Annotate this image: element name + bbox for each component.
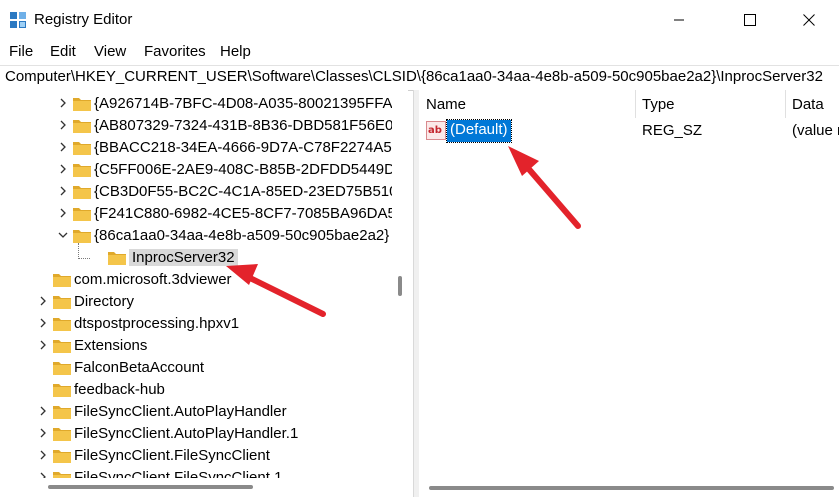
tree-item[interactable]: feedback-hub — [0, 379, 392, 401]
tree-item[interactable]: {A926714B-7BFC-4D08-A035-80021395FFA8 — [0, 93, 401, 115]
tree-item[interactable]: FileSyncClient.FileSyncClient — [0, 445, 392, 467]
svg-text:ab: ab — [428, 125, 442, 136]
tree-item-label[interactable]: dtspostprocessing.hpxv1 — [74, 315, 239, 332]
folder-icon — [73, 120, 91, 133]
chevron-down-icon[interactable] — [56, 228, 70, 242]
column-header-type[interactable]: Type — [635, 90, 785, 118]
folder-icon — [73, 164, 91, 177]
values-list[interactable]: Name Type Data ab (Default) REG_SZ (valu… — [419, 90, 839, 497]
folder-icon — [53, 362, 71, 375]
minimize-button[interactable] — [656, 0, 702, 40]
tree-item-label[interactable]: {86ca1aa0-34aa-4e8b-a509-50c905bae2a2} — [94, 227, 389, 244]
values-horizontal-scroll-thumb[interactable] — [429, 486, 834, 490]
tree-vertical-scroll-thumb[interactable] — [398, 276, 402, 296]
tree-item[interactable]: FalconBetaAccount — [0, 357, 392, 379]
tree-vertical-scrollbar[interactable] — [392, 90, 408, 497]
tree-item[interactable]: dtspostprocessing.hpxv1 — [0, 313, 392, 335]
chevron-right-icon[interactable] — [36, 338, 50, 352]
tree-horizontal-scrollbar[interactable] — [0, 478, 392, 497]
maximize-icon — [744, 14, 756, 26]
tree-item[interactable]: {BBACC218-34EA-4666-9D7A-C78F2274A524 — [0, 137, 408, 159]
tree-item[interactable]: Extensions — [0, 335, 392, 357]
menu-bar: File Edit View Favorites Help — [0, 40, 839, 64]
tree-item-label[interactable]: Directory — [74, 293, 134, 310]
chevron-right-icon[interactable] — [36, 404, 50, 418]
tree-item-label[interactable]: feedback-hub — [74, 381, 165, 398]
address-bar[interactable]: Computer\HKEY_CURRENT_USER\Software\Clas… — [0, 65, 839, 91]
tree-item-label[interactable]: FileSyncClient.FileSyncClient — [74, 447, 270, 464]
tree-item-label[interactable]: FileSyncClient.AutoPlayHandler — [74, 403, 287, 420]
folder-icon — [53, 450, 71, 463]
close-icon — [803, 14, 815, 26]
maximize-button[interactable] — [727, 0, 773, 40]
tree-item-label[interactable]: {F241C880-6982-4CE5-8CF7-7085BA96DA5A — [94, 205, 406, 222]
tree-item[interactable]: {CB3D0F55-BC2C-4C1A-85ED-23ED75B5106 — [0, 181, 406, 203]
title-bar: Registry Editor — [0, 0, 839, 40]
tree-item[interactable]: FileSyncClient.AutoPlayHandler.1 — [0, 423, 392, 445]
window-title: Registry Editor — [34, 11, 133, 28]
folder-icon — [53, 318, 71, 331]
chevron-right-icon[interactable] — [56, 118, 70, 132]
tree-item-label[interactable]: {AB807329-7324-431B-8B36-DBD581F56E0E — [94, 117, 403, 134]
chevron-right-icon[interactable] — [36, 426, 50, 440]
tree-connector-line — [78, 243, 79, 259]
chevron-right-icon[interactable] — [56, 184, 70, 198]
folder-icon — [53, 428, 71, 441]
folder-icon — [53, 274, 71, 287]
key-tree[interactable]: {A926714B-7BFC-4D08-A035-80021395FFA8 {AB… — [0, 90, 408, 497]
close-button[interactable] — [786, 0, 832, 40]
tree-item-label[interactable]: FalconBetaAccount — [74, 359, 204, 376]
value-name[interactable]: (Default) — [446, 119, 512, 143]
tree-item-label[interactable]: InprocServer32 — [129, 249, 238, 266]
address-path[interactable]: Computer\HKEY_CURRENT_USER\Software\Clas… — [5, 68, 823, 85]
menu-favorites[interactable]: Favorites — [144, 43, 206, 60]
tree-item-label[interactable]: {BBACC218-34EA-4666-9D7A-C78F2274A524 — [94, 139, 408, 156]
folder-icon — [108, 252, 126, 265]
tree-item[interactable]: Directory — [0, 291, 392, 313]
string-value-icon: ab — [426, 121, 446, 140]
chevron-right-icon[interactable] — [56, 206, 70, 220]
chevron-right-icon[interactable] — [56, 162, 70, 176]
folder-icon — [73, 208, 91, 221]
chevron-right-icon[interactable] — [56, 96, 70, 110]
tree-item[interactable]: InprocServer32 — [0, 247, 392, 269]
tree-item-label[interactable]: {CB3D0F55-BC2C-4C1A-85ED-23ED75B5106 — [94, 183, 406, 200]
tree-item[interactable]: {86ca1aa0-34aa-4e8b-a509-50c905bae2a2} — [0, 225, 392, 247]
value-type: REG_SZ — [642, 122, 703, 139]
value-row-default[interactable]: ab (Default) REG_SZ (value n — [419, 119, 839, 143]
folder-icon — [73, 186, 91, 199]
tree-item-label[interactable]: Extensions — [74, 337, 147, 354]
menu-edit[interactable]: Edit — [50, 43, 76, 60]
tree-item-label[interactable]: {C5FF006E-2AE9-408C-B85B-2DFDD5449D9 — [94, 161, 403, 178]
chevron-right-icon[interactable] — [36, 448, 50, 462]
column-header-data[interactable]: Data — [785, 90, 839, 118]
chevron-right-icon[interactable] — [56, 140, 70, 154]
menu-help[interactable]: Help — [220, 43, 251, 60]
tree-item[interactable]: {AB807329-7324-431B-8B36-DBD581F56E0E — [0, 115, 403, 137]
folder-open-icon — [73, 230, 91, 243]
menu-file[interactable]: File — [9, 43, 33, 60]
menu-view[interactable]: View — [94, 43, 126, 60]
tree-item-label[interactable]: FileSyncClient.AutoPlayHandler.1 — [74, 425, 298, 442]
folder-icon — [73, 142, 91, 155]
tree-item[interactable]: {C5FF006E-2AE9-408C-B85B-2DFDD5449D9 — [0, 159, 403, 181]
tree-item[interactable]: {F241C880-6982-4CE5-8CF7-7085BA96DA5A — [0, 203, 406, 225]
chevron-right-icon[interactable] — [36, 294, 50, 308]
folder-icon — [53, 384, 71, 397]
folder-icon — [53, 296, 71, 309]
value-data: (value n — [792, 122, 839, 139]
column-header-name[interactable]: Name — [419, 90, 635, 118]
tree-item-label[interactable]: com.microsoft.3dviewer — [74, 271, 232, 288]
registry-editor-icon — [10, 12, 26, 28]
chevron-right-icon[interactable] — [36, 316, 50, 330]
folder-icon — [53, 406, 71, 419]
tree-connector-line — [78, 258, 90, 259]
tree-horizontal-scroll-thumb[interactable] — [48, 485, 253, 489]
folder-icon — [73, 98, 91, 111]
tree-item[interactable]: FileSyncClient.AutoPlayHandler — [0, 401, 392, 423]
tree-item[interactable]: com.microsoft.3dviewer — [0, 269, 392, 291]
tree-item-label[interactable]: {A926714B-7BFC-4D08-A035-80021395FFA8 — [94, 95, 401, 112]
folder-icon — [53, 340, 71, 353]
minimize-icon — [674, 19, 684, 21]
